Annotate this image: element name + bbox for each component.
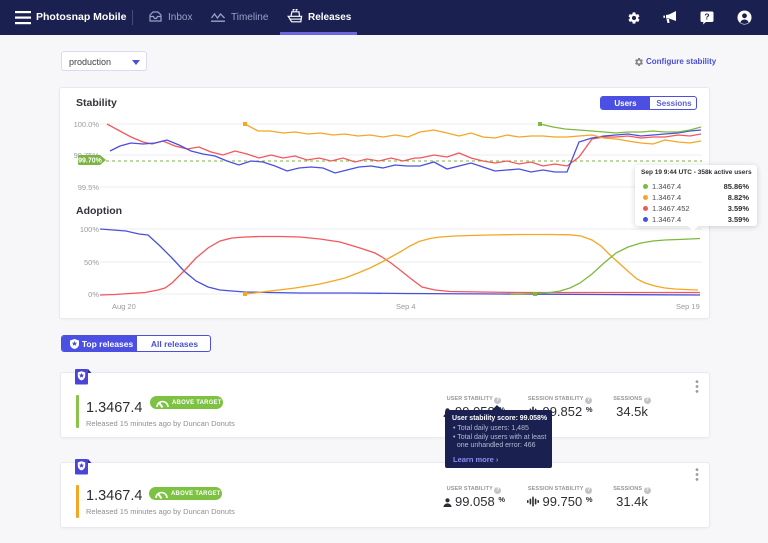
svg-text:99.70%: 99.70% bbox=[78, 158, 103, 165]
svg-text:?: ? bbox=[704, 12, 709, 22]
